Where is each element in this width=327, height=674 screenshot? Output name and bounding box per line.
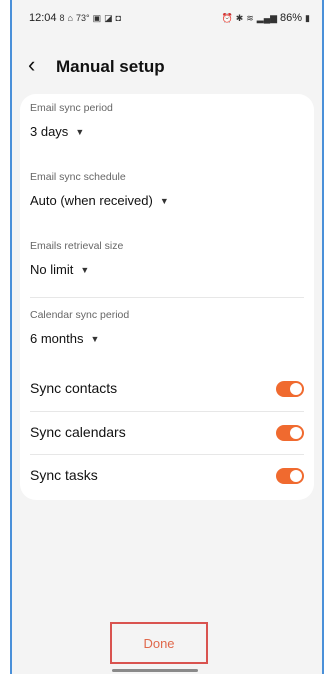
weather-temp: 73° (75, 13, 90, 23)
done-button[interactable]: Done (110, 622, 208, 664)
signal-icon: ▂▄▆ (256, 12, 278, 23)
sync-tasks-toggle[interactable] (276, 468, 304, 484)
status-bar-left: 12:04 8 ⌂ 73° ▣ ◪ ◘ (29, 12, 121, 24)
emails-retrieval-size-setting[interactable]: Emails retrieval size No limit ▼ (30, 240, 123, 277)
calendar-sync-period-dropdown[interactable]: 6 months ▼ (30, 331, 129, 346)
dropdown-caret-icon: ▼ (159, 195, 169, 206)
email-sync-schedule-label: Email sync schedule (30, 171, 126, 183)
status-time: 12:04 (29, 12, 57, 24)
email-sync-schedule-setting[interactable]: Email sync schedule Auto (when received)… (30, 171, 169, 208)
page-title: Manual setup (56, 57, 165, 76)
home-indicator (112, 669, 198, 672)
emails-retrieval-size-label: Emails retrieval size (30, 240, 124, 252)
sync-tasks-row[interactable]: Sync tasks (30, 457, 304, 497)
wifi-icon: ≋ (246, 12, 254, 23)
sync-contacts-toggle[interactable] (276, 381, 304, 397)
emails-retrieval-size-value: No limit (30, 262, 74, 277)
toggle-knob (290, 427, 302, 439)
phone-screen: 12:04 8 ⌂ 73° ▣ ◪ ◘ ⏰ ✱ ≋ ▂▄▆ 86% ▮ ‹ Ma… (10, 0, 324, 674)
bluetooth-icon: ✱ (235, 12, 244, 23)
battery-icon: ▮ (305, 12, 310, 23)
alarm-icon: ⏰ (221, 12, 233, 23)
toggle-knob (290, 470, 302, 482)
email-sync-period-dropdown[interactable]: 3 days ▼ (30, 124, 113, 139)
app-header: ‹ Manual setup (12, 46, 322, 86)
bag-icon: ◘ (115, 13, 122, 23)
status-bar-right: ⏰ ✱ ≋ ▂▄▆ 86% ▮ (221, 12, 310, 24)
email-sync-period-value: 3 days (30, 124, 69, 139)
email-sync-period-setting[interactable]: Email sync period 3 days ▼ (30, 102, 113, 139)
battery-percent: 86% (280, 12, 303, 24)
sync-tasks-label: Sync tasks (30, 467, 98, 483)
calendar-sync-period-label: Calendar sync period (30, 309, 130, 321)
notification-8-icon: 8 (59, 13, 65, 23)
calendar-sync-period-setting[interactable]: Calendar sync period 6 months ▼ (30, 309, 129, 346)
gallery-icon: ▣ (92, 12, 102, 23)
settings-card: Email sync period 3 days ▼ Email sync sc… (20, 94, 314, 500)
sync-calendars-row[interactable]: Sync calendars (30, 414, 304, 454)
message-icon: ◪ (104, 12, 113, 23)
emails-retrieval-size-dropdown[interactable]: No limit ▼ (30, 262, 123, 277)
email-sync-schedule-dropdown[interactable]: Auto (when received) ▼ (30, 193, 169, 208)
toggle-knob (290, 383, 302, 395)
back-arrow-icon[interactable]: ‹ (28, 54, 35, 76)
email-sync-schedule-value: Auto (when received) (30, 193, 153, 208)
sync-calendars-toggle[interactable] (276, 425, 304, 441)
sync-calendars-label: Sync calendars (30, 424, 126, 440)
home-icon: ⌂ (67, 13, 73, 23)
sync-contacts-label: Sync contacts (30, 380, 118, 396)
row-divider (30, 411, 304, 412)
dropdown-caret-icon: ▼ (75, 126, 85, 137)
sync-contacts-row[interactable]: Sync contacts (30, 370, 304, 410)
email-sync-period-label: Email sync period (30, 102, 113, 114)
section-divider (30, 297, 304, 298)
row-divider (30, 454, 304, 455)
dropdown-caret-icon: ▼ (80, 264, 90, 275)
status-bar: 12:04 8 ⌂ 73° ▣ ◪ ◘ ⏰ ✱ ≋ ▂▄▆ 86% ▮ (12, 0, 322, 36)
dropdown-caret-icon: ▼ (90, 333, 100, 344)
calendar-sync-period-value: 6 months (30, 331, 84, 346)
